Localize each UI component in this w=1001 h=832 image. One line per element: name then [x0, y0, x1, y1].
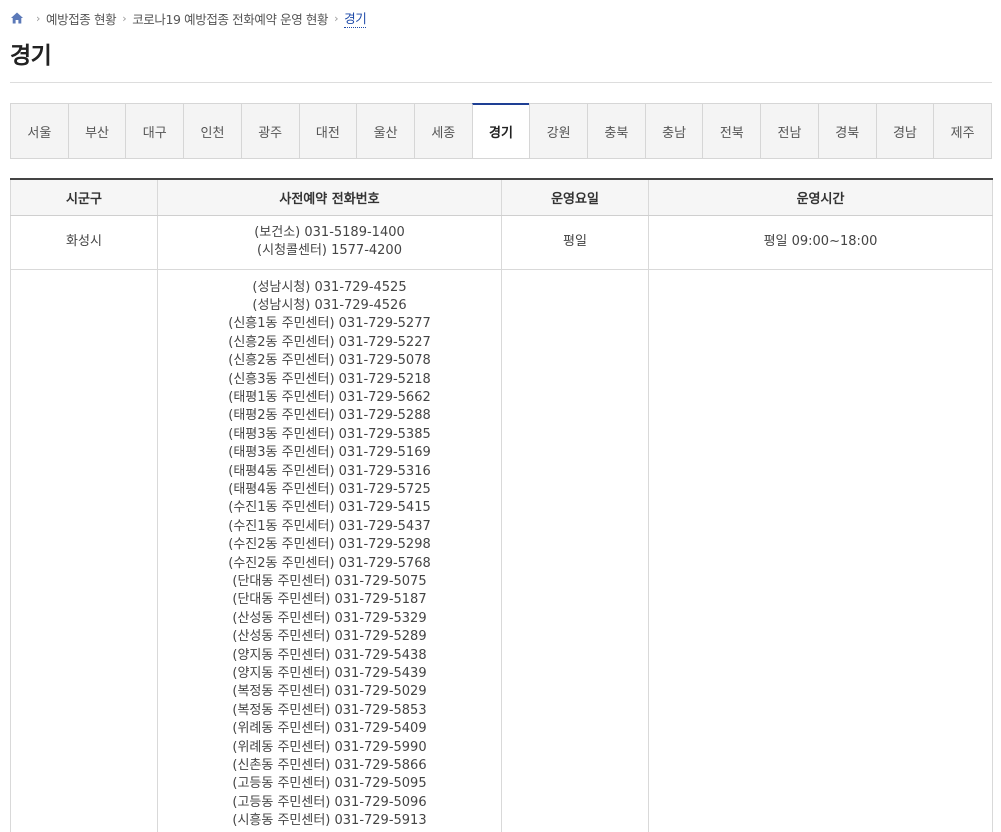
tab-region[interactable]: 충남: [644, 104, 703, 158]
phone-number: (고등동 주민센터) 031-729-5095: [232, 776, 427, 792]
phone-number: (태평3동 주민센터) 031-729-5169: [228, 445, 431, 461]
phone-cell: (보건소) 031-5189-1400 (시청콜센터) 1577-4200: [157, 215, 502, 270]
region-tabs: 서울 부산 대구 인천 광주 대전 울산 세종 경기 강원 충북 충남 전북 전남 경북 경남 제주: [10, 103, 992, 159]
tab-region[interactable]: 경북: [817, 104, 876, 158]
phone-number: (성남시청) 031-729-4526: [252, 297, 407, 313]
tab-region[interactable]: 울산: [356, 104, 414, 158]
phone-number: (신흥2동 주민센터) 031-729-5227: [228, 334, 431, 350]
tab-region[interactable]: 세종: [413, 104, 472, 158]
phone-number: (양지동 주민센터) 031-729-5439: [232, 666, 427, 682]
phone-cell: (성남시청) 031-729-4525 (성남시청) 031-729-4526 (신…: [157, 269, 502, 832]
column-header: 시군구: [10, 178, 158, 216]
column-header: 사전예약 전화번호: [157, 178, 502, 216]
column-header: 운영요일: [501, 178, 649, 216]
phone-number: (양지동 주민센터) 031-729-5438: [232, 647, 427, 663]
phone-number: (산성동 주민센터) 031-729-5329: [232, 610, 427, 626]
table-row: 화성시 (보건소) 031-5189-1400 (시청콜센터) 1577-420…: [10, 215, 993, 270]
phone-number: (단대동 주민센터) 031-729-5075: [232, 574, 427, 589]
tab-region[interactable]: 광주: [240, 104, 299, 158]
phone-number: (수진1동 주민세터) 031-729-5437: [228, 518, 431, 534]
phone-number: (시흥동 주민센터) 031-729-5913: [232, 813, 427, 829]
tab-region[interactable]: 서울: [11, 104, 68, 158]
tab-region[interactable]: 강원: [529, 104, 587, 158]
tab-region[interactable]: 대구: [125, 104, 183, 158]
reservation-table: 시군구 사전예약 전화번호 운영요일 운영시간 화성시 (보건소) 031-51…: [10, 178, 993, 832]
breadcrumb-item[interactable]: 코로나19 예방접종 전화예약 운영 현황: [132, 9, 328, 28]
tab-region[interactable]: 충북: [587, 104, 645, 158]
breadcrumb-current[interactable]: 경기: [344, 8, 367, 28]
phone-number: (태평4동 주민센터) 031-729-5725: [228, 481, 431, 497]
phone-number: (복정동 주민센터) 031-729-5029: [232, 684, 427, 700]
tab-region[interactable]: 경기: [471, 103, 530, 158]
chevron-right-icon: ›: [36, 11, 40, 25]
chevron-right-icon: ›: [122, 11, 127, 25]
phone-number: (수진2동 주민센터) 031-729-5298: [228, 537, 431, 553]
breadcrumb: › 예방접종 현황 › 코로나19 예방접종 전화예약 운영 현황 › 경기: [10, 8, 367, 28]
table-header-row: 시군구 사전예약 전화번호 운영요일 운영시간: [10, 178, 993, 216]
phone-number: (위례동 주민센터) 031-729-5409: [232, 721, 427, 737]
phone-number: (신흥1동 주민센터) 031-729-5277: [228, 316, 431, 332]
tab-region[interactable]: 제주: [933, 104, 991, 158]
days-cell: 평일: [501, 215, 649, 270]
tab-region[interactable]: 경남: [875, 104, 934, 158]
district-cell: 화성시: [10, 215, 158, 270]
tab-region[interactable]: 대전: [298, 104, 357, 158]
phone-number: (신흥2동 주민센터) 031-729-5078: [228, 353, 431, 369]
tab-region[interactable]: 전북: [702, 104, 760, 158]
days-cell: [501, 269, 649, 832]
page-title: 경기: [10, 43, 52, 69]
phone-number: (신흥3동 주민센터) 031-729-5218: [228, 371, 431, 387]
phone-number: (시청콜센터) 1577-4200: [257, 243, 402, 258]
table-row: (성남시청) 031-729-4525 (성남시청) 031-729-4526 (신…: [10, 269, 993, 832]
district-cell: [10, 269, 158, 832]
phone-number: (수진2동 주민센터) 031-729-5768: [228, 555, 431, 571]
phone-number: (복정동 주민센터) 031-729-5853: [232, 702, 427, 718]
breadcrumb-item[interactable]: 예방접종 현황: [46, 9, 117, 28]
phone-number: (신촌동 주민센터) 031-729-5866: [232, 758, 427, 774]
phone-number: (성남시청) 031-729-4525: [252, 279, 407, 295]
phone-number: (단대동 주민센터) 031-729-5187: [232, 592, 427, 608]
tab-region[interactable]: 부산: [67, 104, 126, 158]
column-header: 운영시간: [648, 178, 993, 216]
phone-number: (고등동 주민센터) 031-729-5096: [232, 794, 427, 810]
chevron-right-icon: ›: [334, 11, 339, 25]
phone-number: (태평1동 주민센터) 031-729-5662: [228, 389, 431, 405]
phone-number: (태평4동 주민센터) 031-729-5316: [228, 463, 431, 479]
home-icon[interactable]: [10, 11, 24, 25]
phone-number: (위례동 주민센터) 031-729-5990: [232, 739, 427, 755]
hours-cell: [648, 269, 993, 832]
phone-number: (산성동 주민센터) 031-729-5289: [232, 629, 427, 645]
page: › 예방접종 현황 › 코로나19 예방접종 전화예약 운영 현황 › 경기 경…: [0, 0, 1001, 832]
tab-region[interactable]: 전남: [760, 104, 818, 158]
hours-cell: 평일 09:00~18:00: [648, 215, 993, 270]
phone-number: (태평3동 주민센터) 031-729-5385: [228, 426, 431, 442]
tab-region[interactable]: 인천: [183, 104, 241, 158]
phone-number: (태평2동 주민센터) 031-729-5288: [228, 408, 431, 424]
divider: [10, 82, 992, 83]
phone-number: (보건소) 031-5189-1400: [254, 224, 405, 240]
phone-number: (수진1동 주민센터) 031-729-5415: [228, 500, 431, 516]
